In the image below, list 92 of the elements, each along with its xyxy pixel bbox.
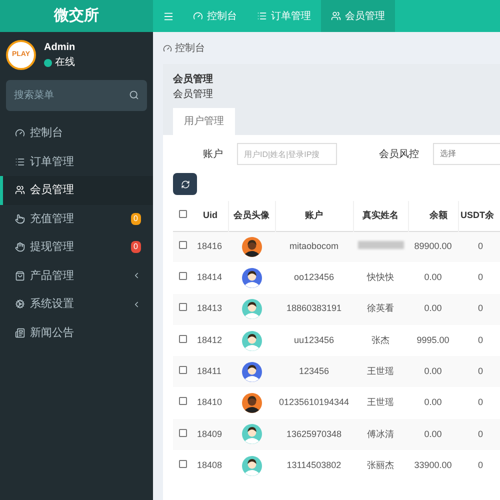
table-cell: 0 bbox=[458, 450, 500, 482]
panel-title: 会员管理 bbox=[173, 72, 214, 87]
table-cell: 0 bbox=[458, 231, 500, 262]
table-cell: 18413 bbox=[193, 294, 228, 325]
user-status: 在线 bbox=[55, 56, 75, 70]
table-cell: 18416 bbox=[193, 231, 228, 262]
sidebar-item[interactable]: 提现管理 0 bbox=[0, 233, 153, 262]
column-header: 账户 bbox=[275, 201, 353, 231]
table-cell: 快快快 bbox=[367, 272, 394, 282]
table-cell: 18411 bbox=[193, 356, 228, 388]
gauge-icon bbox=[163, 44, 172, 52]
menu-icon[interactable] bbox=[162, 10, 174, 22]
table-cell: 18410 bbox=[193, 387, 228, 419]
row-checkbox[interactable] bbox=[179, 366, 187, 374]
sidebar-item[interactable]: 系统设置 bbox=[0, 290, 153, 318]
row-checkbox[interactable] bbox=[179, 272, 187, 280]
table-cell: 0 bbox=[458, 324, 500, 356]
refresh-icon bbox=[180, 180, 190, 188]
table-cell: 0 bbox=[458, 294, 500, 325]
column-header: Uid bbox=[193, 201, 228, 231]
table-cell: 18409 bbox=[193, 418, 228, 450]
column-header: 真实姓名 bbox=[353, 201, 408, 231]
menu-search-field[interactable]: 搜索菜单 bbox=[6, 80, 147, 111]
panel-tab[interactable]: 用户管理 bbox=[173, 108, 235, 135]
row-checkbox[interactable] bbox=[179, 397, 187, 406]
table-cell: 18860383191 bbox=[275, 294, 353, 325]
column-header: 余额 bbox=[408, 201, 458, 231]
users-icon bbox=[15, 185, 25, 196]
pointer-hand-icon bbox=[15, 214, 25, 224]
row-checkbox[interactable] bbox=[179, 428, 187, 437]
table-cell: 0 bbox=[458, 387, 500, 419]
table-cell: 18408 bbox=[193, 450, 228, 482]
sidebar-item[interactable]: 充值管理 0 bbox=[0, 204, 153, 233]
table-cell-text: 18414 bbox=[196, 271, 224, 284]
panel-subtitle: 会员管理 bbox=[173, 88, 214, 102]
table-cell: 王世瑶 bbox=[367, 366, 394, 376]
table-cell: 13625970348 bbox=[275, 418, 353, 450]
table-cell: 0.00 bbox=[408, 356, 458, 388]
row-checkbox[interactable] bbox=[179, 303, 187, 312]
list-icon bbox=[257, 11, 267, 21]
table-cell: 张杰 bbox=[372, 334, 390, 345]
gauge-icon bbox=[193, 11, 203, 21]
column-header: 会员头像 bbox=[228, 201, 275, 231]
table-cell: 9995.00 bbox=[408, 324, 458, 356]
breadcrumb[interactable]: 控制台 bbox=[175, 40, 205, 56]
table-cell: 33900.00 bbox=[408, 450, 458, 482]
table-cell: 徐英看 bbox=[367, 303, 394, 314]
sidebar-item[interactable]: 会员管理 bbox=[0, 176, 153, 204]
table-cell: 傅冰清 bbox=[367, 428, 394, 439]
row-checkbox[interactable] bbox=[179, 241, 187, 250]
table-cell: 18412 bbox=[193, 324, 228, 356]
filter-label: 会员风控 bbox=[379, 148, 419, 162]
row-checkbox[interactable] bbox=[179, 334, 187, 343]
newspaper-icon bbox=[15, 328, 25, 338]
table-cell-text: 0 bbox=[477, 271, 484, 284]
users-icon bbox=[331, 11, 341, 21]
table-cell-text: 0.00 bbox=[423, 271, 443, 284]
table-cell: 0.00 bbox=[408, 294, 458, 325]
table-cell: 123456 bbox=[275, 356, 353, 388]
column-header: USDT余 bbox=[458, 201, 500, 231]
table-cell: 13114503802 bbox=[275, 450, 353, 482]
gauge-icon bbox=[15, 128, 25, 138]
table-cell: 0.00 bbox=[408, 387, 458, 419]
row-checkbox[interactable] bbox=[179, 460, 187, 468]
search-icon bbox=[129, 90, 139, 100]
header-checkbox[interactable] bbox=[179, 210, 187, 218]
count-badge: 0 bbox=[130, 212, 141, 225]
table-cell: 01235610194344 bbox=[275, 387, 353, 419]
user-name: Admin bbox=[44, 41, 76, 55]
filter-label: 账户 bbox=[203, 148, 223, 162]
table-cell: 0 bbox=[458, 356, 500, 388]
table-cell: 王世瑶 bbox=[367, 397, 394, 408]
table-cell: mitaobocom bbox=[275, 231, 353, 262]
refresh-button[interactable] bbox=[173, 173, 197, 195]
table-cell: 0.00 bbox=[408, 418, 458, 450]
table-cell: 张丽杰 bbox=[367, 460, 394, 470]
table-cell-text: oo123456 bbox=[292, 271, 336, 284]
sidebar-item[interactable]: 新闻公告 bbox=[0, 318, 153, 347]
risk-select[interactable]: 选择 bbox=[433, 143, 500, 165]
settings-icon bbox=[15, 299, 25, 310]
list-icon bbox=[15, 156, 25, 167]
account-search-field[interactable]: 用户ID|姓名|登录IP搜 bbox=[237, 143, 337, 165]
bag-icon bbox=[15, 270, 25, 281]
brand-logo: 微交所 bbox=[54, 6, 99, 26]
table-cell: uu123456 bbox=[275, 324, 353, 356]
sidebar-item[interactable]: 控制台 bbox=[0, 119, 153, 148]
count-badge: 0 bbox=[130, 241, 141, 254]
table-cell: 0 bbox=[458, 418, 500, 450]
table-cell: 89900.00 bbox=[408, 231, 458, 262]
hand-icon bbox=[15, 242, 25, 252]
sidebar-item[interactable]: 产品管理 bbox=[0, 262, 153, 290]
sidebar-item[interactable]: 订单管理 bbox=[0, 148, 153, 176]
